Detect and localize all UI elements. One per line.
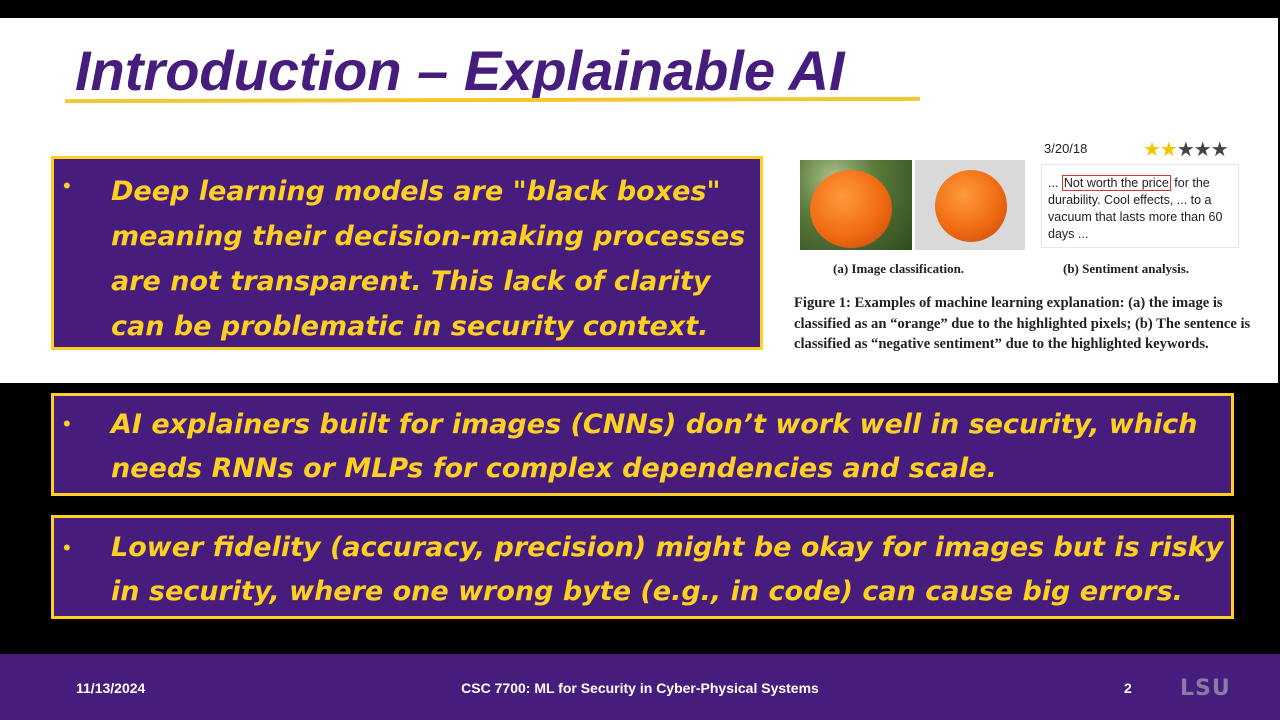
orange-photo [800, 160, 912, 250]
orange-highlighted-pixels [915, 160, 1025, 250]
bullet-marker: • [63, 535, 71, 560]
star-icon-empty: ★★★ [1176, 137, 1229, 161]
highlighted-keywords: Not worth the price [1061, 175, 1171, 191]
bullet-text: Deep learning models are "black boxes" m… [111, 176, 746, 342]
review-date: 3/20/18 [1044, 141, 1088, 156]
bullet-marker: • [63, 173, 71, 198]
bullet-box-lower-fidelity: • Lower fidelity (accuracy, precision) m… [51, 515, 1234, 619]
star-icon-filled: ★★ [1143, 137, 1178, 161]
slide-footer: 11/13/2024 CSC 7700: ML for Security in … [0, 654, 1280, 720]
caption-image-classification: (a) Image classification. [833, 261, 965, 276]
bullet-marker: • [63, 411, 71, 436]
bullet-text: AI explainers built for images (CNNs) do… [111, 409, 1198, 484]
star-rating: ★★★★★ [1143, 137, 1229, 161]
page-number: 2 [1124, 680, 1132, 696]
review-prefix: ... [1048, 176, 1059, 190]
bullet-box-cnn-explainers: • AI explainers built for images (CNNs) … [51, 393, 1234, 496]
figure-caption: Figure 1: Examples of machine learning e… [794, 295, 1251, 352]
caption-sentiment-analysis: (b) Sentiment analysis. [1063, 261, 1190, 276]
orange-image [935, 170, 1007, 242]
review-text: ... Not worth the price for the durabili… [1048, 175, 1248, 243]
orange-image [810, 170, 892, 248]
slide-title: Introduction – Explainable AI [75, 39, 845, 102]
footer-course-title: CSC 7700: ML for Security in Cyber-Physi… [461, 680, 819, 696]
bullet-box-black-boxes: • Deep learning models are "black boxes"… [51, 156, 763, 350]
bullet-text: Lower fidelity (accuracy, precision) mig… [111, 532, 1224, 607]
lsu-logo: LSU [1180, 676, 1231, 701]
